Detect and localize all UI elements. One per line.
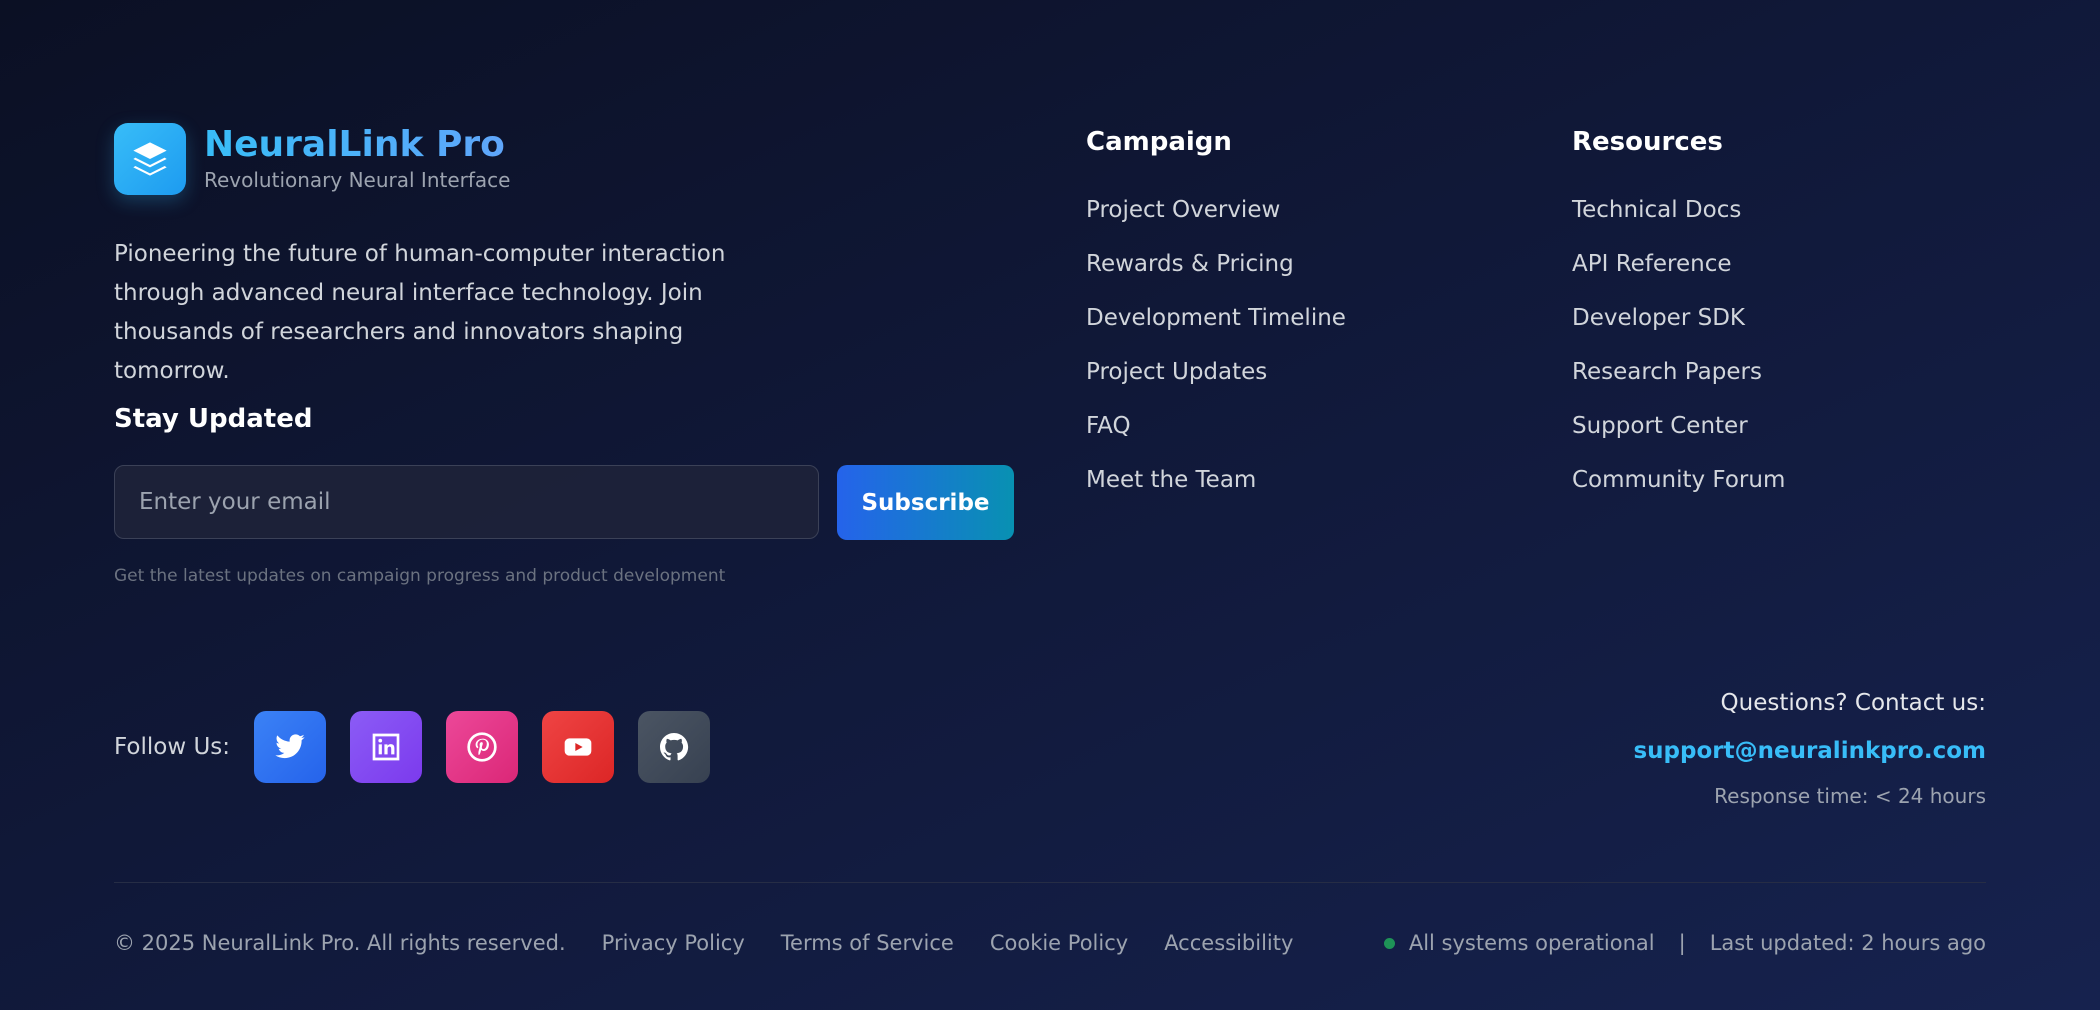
link-research-papers[interactable]: Research Papers (1572, 357, 1785, 387)
newsletter-title: Stay Updated (114, 404, 313, 434)
campaign-links: Campaign Project Overview Rewards & Pric… (1086, 125, 1346, 519)
resources-links: Resources Technical Docs API Reference D… (1572, 125, 1785, 519)
link-developer-sdk[interactable]: Developer SDK (1572, 303, 1785, 333)
status-text: All systems operational (1408, 931, 1655, 955)
response-time: Response time: < 24 hours (1714, 784, 1986, 808)
brand[interactable]: NeuralLink Pro Revolutionary Neural Inte… (114, 123, 510, 195)
resources-title: Resources (1572, 127, 1723, 157)
terms-of-service-link[interactable]: Terms of Service (781, 931, 954, 955)
link-technical-docs[interactable]: Technical Docs (1572, 195, 1785, 225)
legal-bar: © 2025 NeuralLink Pro. All rights reserv… (114, 931, 1329, 955)
pinterest-icon[interactable] (446, 711, 519, 783)
link-project-updates[interactable]: Project Updates (1086, 357, 1346, 387)
layers-icon (114, 123, 186, 195)
twitter-icon[interactable] (254, 711, 327, 783)
system-status: All systems operational | Last updated: … (1383, 931, 1986, 955)
youtube-icon[interactable] (542, 711, 615, 783)
link-community-forum[interactable]: Community Forum (1572, 465, 1785, 495)
link-rewards-pricing[interactable]: Rewards & Pricing (1086, 249, 1346, 279)
brand-name: NeuralLink Pro (204, 125, 510, 165)
footer-divider (114, 882, 1986, 883)
cookie-policy-link[interactable]: Cookie Policy (990, 931, 1128, 955)
status-dot-icon (1383, 937, 1395, 949)
follow-label: Follow Us: (114, 734, 231, 760)
site-footer: NeuralLink Pro Revolutionary Neural Inte… (0, 0, 2100, 1010)
copyright: © 2025 NeuralLink Pro. All rights reserv… (114, 931, 566, 955)
email-input[interactable] (114, 465, 819, 539)
brand-description: Pioneering the future of human-computer … (114, 241, 726, 384)
brand-text: NeuralLink Pro Revolutionary Neural Inte… (204, 125, 510, 193)
newsletter-note: Get the latest updates on campaign progr… (114, 566, 726, 586)
link-support-center[interactable]: Support Center (1572, 411, 1785, 441)
brand-tagline: Revolutionary Neural Interface (204, 168, 511, 192)
status-separator: | (1678, 931, 1686, 955)
linkedin-icon[interactable] (350, 711, 423, 783)
campaign-title: Campaign (1086, 127, 1232, 157)
github-icon[interactable] (638, 711, 711, 783)
accessibility-link[interactable]: Accessibility (1164, 931, 1293, 955)
link-project-overview[interactable]: Project Overview (1086, 195, 1346, 225)
support-email-link[interactable]: support@neuralinkpro.com (1633, 736, 1986, 766)
subscribe-button[interactable]: Subscribe (837, 465, 1014, 540)
last-updated: Last updated: 2 hours ago (1709, 931, 1986, 955)
social-links: Follow Us: (114, 711, 734, 783)
link-api-reference[interactable]: API Reference (1572, 249, 1785, 279)
link-meet-the-team[interactable]: Meet the Team (1086, 465, 1346, 495)
privacy-policy-link[interactable]: Privacy Policy (602, 931, 745, 955)
link-faq[interactable]: FAQ (1086, 411, 1346, 441)
contact-block: Questions? Contact us: support@neuralink… (1633, 688, 1986, 809)
contact-label: Questions? Contact us: (1720, 690, 1986, 716)
link-development-timeline[interactable]: Development Timeline (1086, 303, 1346, 333)
